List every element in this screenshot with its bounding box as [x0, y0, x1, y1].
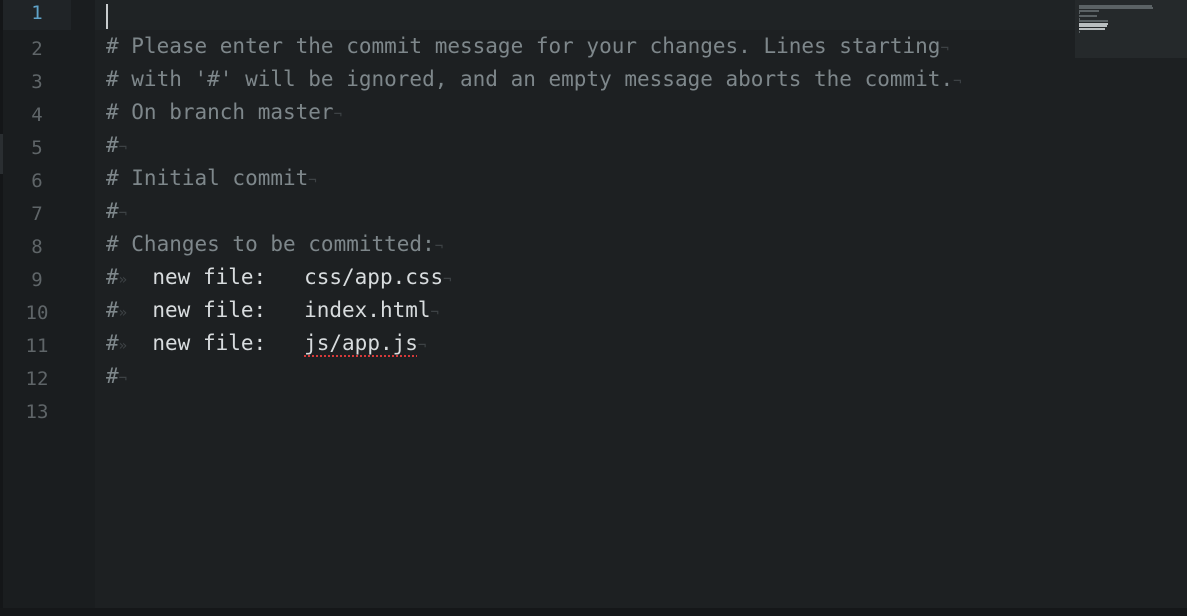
minimap-row	[1079, 9, 1099, 12]
newline-marker-icon: ¬	[940, 41, 949, 57]
newline-marker-icon: ¬	[118, 206, 128, 222]
active-line-highlight	[95, 0, 1075, 30]
line-number: 10	[25, 302, 49, 324]
line-number: 3	[31, 71, 43, 93]
misspelled-word: js/app.js	[304, 331, 418, 355]
line-number: 12	[25, 368, 49, 390]
code-line[interactable]: #» new file: js/app.js¬	[106, 327, 426, 360]
code-text: new file: css/app.css	[127, 265, 444, 289]
newline-marker-icon: ¬	[430, 305, 439, 321]
code-line[interactable]: # Please enter the commit message for yo…	[106, 30, 949, 63]
newline-marker-icon: ¬	[434, 239, 444, 255]
line-number: 4	[31, 104, 43, 126]
code-line[interactable]: # Changes to be committed:¬	[106, 228, 443, 261]
tab-marker-icon: »	[118, 338, 128, 354]
status-bar	[0, 608, 1187, 616]
newline-marker-icon: ¬	[118, 140, 128, 156]
minimap-row	[1079, 30, 1081, 33]
code-line[interactable]: # with '#' will be ignored, and an empty…	[106, 63, 962, 96]
comment-text: # with '#' will be ignored, and an empty…	[106, 67, 954, 91]
line-number: 7	[31, 203, 43, 225]
newline-marker-icon: ¬	[308, 173, 317, 189]
code-text: new file:	[127, 331, 305, 355]
newline-marker-icon: ¬	[118, 371, 128, 387]
comment-text: # Initial commit	[106, 166, 309, 190]
line-number: 1	[3, 0, 71, 30]
line-number: 5	[31, 137, 43, 159]
minimap[interactable]	[1075, 0, 1187, 58]
comment-text: #	[106, 331, 119, 355]
line-number: 8	[31, 236, 43, 258]
minimap-row	[1079, 28, 1106, 30]
code-line[interactable]: # Initial commit¬	[106, 162, 317, 195]
comment-text: # On branch master	[106, 100, 334, 124]
code-line[interactable]: #¬	[106, 360, 127, 393]
newline-marker-icon: ¬	[443, 272, 452, 288]
line-number: 11	[25, 335, 49, 357]
comment-text: #	[106, 265, 119, 289]
code-line[interactable]: #¬	[106, 195, 127, 228]
code-text: new file: index.html	[127, 298, 431, 322]
line-number: 9	[31, 269, 43, 291]
code-line[interactable]: # On branch master¬	[106, 96, 342, 129]
comment-text: #	[106, 364, 119, 388]
tab-marker-icon: »	[118, 305, 128, 321]
comment-text: #	[106, 133, 119, 157]
comment-text: #	[106, 199, 119, 223]
code-line[interactable]: #¬	[106, 129, 127, 162]
line-number-gutter[interactable]: 1 2 3 4 5 6 7 8 9 10 11 12 13	[3, 0, 95, 608]
newline-marker-icon: ¬	[953, 74, 962, 90]
line-number: 6	[31, 170, 43, 192]
comment-text: # Changes to be committed:	[106, 232, 435, 256]
line-number: 13	[25, 401, 49, 423]
line-number: 2	[31, 38, 43, 60]
code-line[interactable]: #» new file: css/app.css¬	[106, 261, 452, 294]
code-line[interactable]: #» new file: index.html¬	[106, 294, 439, 327]
newline-marker-icon: ¬	[333, 107, 343, 123]
comment-text: #	[106, 298, 119, 322]
text-cursor	[106, 4, 108, 29]
code-editor: 1 2 3 4 5 6 7 8 9 10 11 12 13 # Please enter the com…	[0, 0, 1187, 616]
minimap-row	[1079, 15, 1097, 17]
comment-text: # Please enter the commit message for yo…	[106, 34, 941, 58]
newline-marker-icon: ¬	[417, 338, 427, 354]
tab-marker-icon: »	[118, 272, 128, 288]
